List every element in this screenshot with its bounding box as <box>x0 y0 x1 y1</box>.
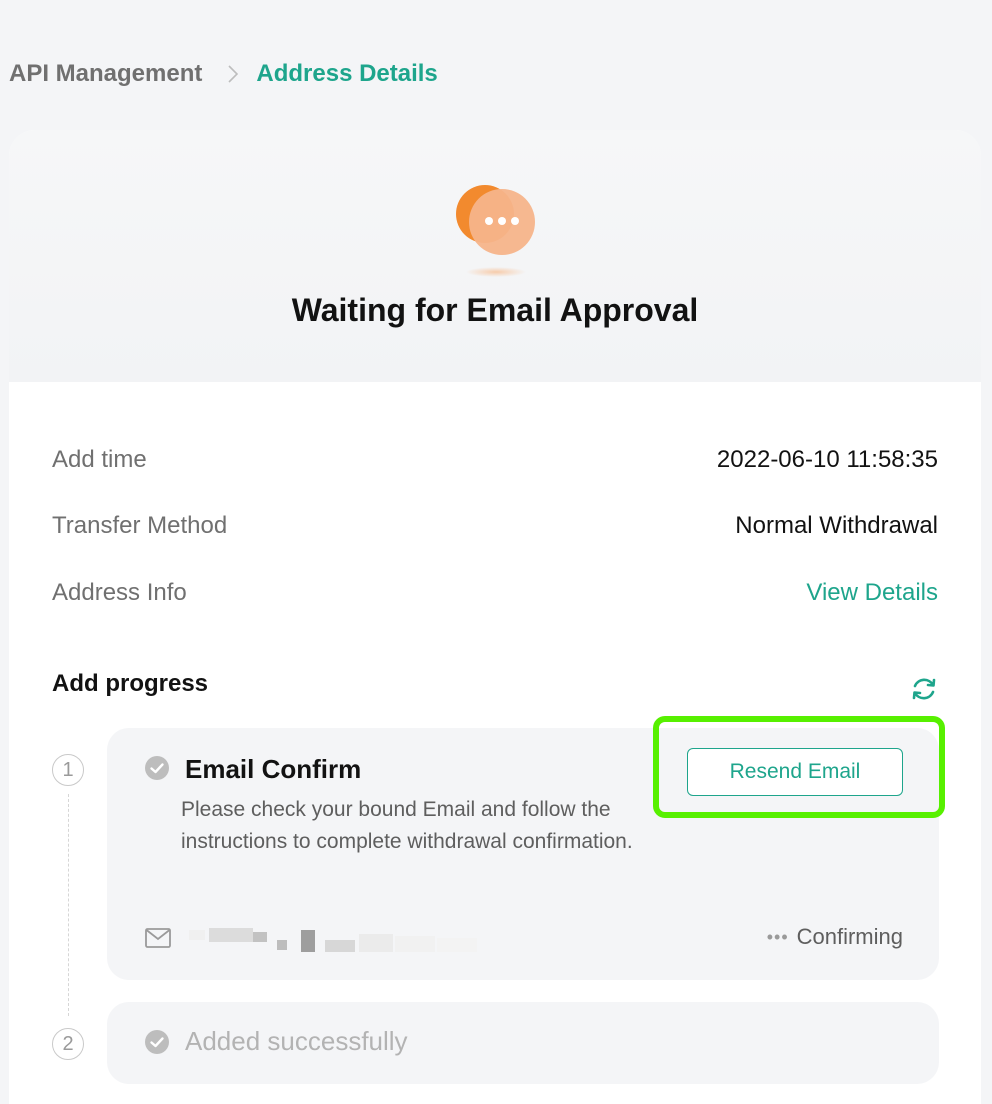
address-details-card: Waiting for Email Approval Add time 2022… <box>9 130 981 1104</box>
step-description: Please check your bound Email and follow… <box>181 798 633 853</box>
chat-bubble-ellipsis-icon <box>456 185 535 277</box>
breadcrumb-api-management[interactable]: API Management <box>9 60 202 88</box>
step-connector-line <box>68 794 69 1016</box>
ellipsis-icon: ••• <box>766 926 789 947</box>
step-added-successfully: Added successfully <box>107 1002 939 1084</box>
refresh-icon[interactable] <box>909 674 939 704</box>
check-circle-icon <box>145 1030 169 1054</box>
info-row-transfer-method: Transfer Method Normal Withdrawal <box>52 508 938 544</box>
page-title: Waiting for Email Approval <box>291 292 699 328</box>
check-circle-icon <box>145 756 169 780</box>
chevron-right-icon <box>228 65 239 83</box>
step-title-added-successfully: Added successfully <box>185 1026 408 1056</box>
progress-title: Add progress <box>52 670 209 697</box>
mail-icon <box>145 928 171 948</box>
status-header: Waiting for Email Approval <box>9 130 981 382</box>
step-number-2: 2 <box>52 1028 84 1060</box>
breadcrumb: API Management Address Details <box>9 58 438 90</box>
info-row-address-info: Address Info View Details <box>52 575 938 611</box>
redacted-email <box>189 928 477 952</box>
address-info-label: Address Info <box>52 579 187 606</box>
transfer-method-label: Transfer Method <box>52 512 228 539</box>
transfer-method-value: Normal Withdrawal <box>735 512 938 539</box>
step-number-1: 1 <box>52 754 84 786</box>
add-time-value: 2022-06-10 11:58:35 <box>716 446 938 473</box>
confirming-status: ••• Confirming <box>767 924 903 950</box>
step-title-email-confirm: Email Confirm <box>185 754 362 784</box>
step-email-confirm: Email Confirm Please check your bound Em… <box>107 716 945 980</box>
resend-email-button[interactable]: Resend Email <box>687 748 903 796</box>
confirming-label: Confirming <box>796 924 903 949</box>
info-row-add-time: Add time 2022-06-10 11:58:35 <box>52 442 938 478</box>
add-time-label: Add time <box>52 446 147 473</box>
view-details-link[interactable]: View Details <box>806 579 938 607</box>
breadcrumb-address-details: Address Details <box>256 60 438 87</box>
